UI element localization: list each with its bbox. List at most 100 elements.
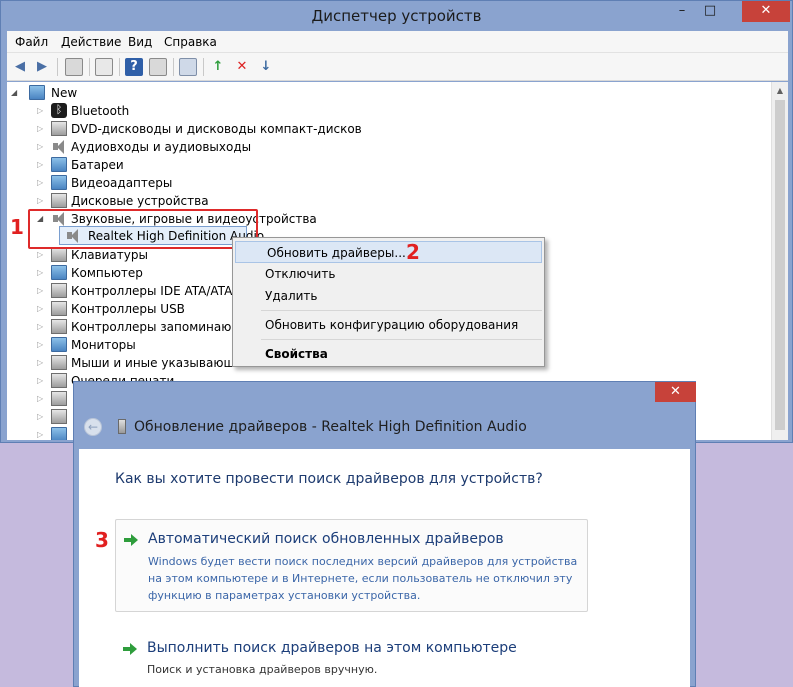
tree-item-label: DVD-дисководы и дисководы компакт-дисков xyxy=(71,122,362,136)
option-description: Поиск и установка драйверов вручную. xyxy=(147,663,378,676)
expand-arrow-icon[interactable]: ▷ xyxy=(37,340,45,350)
audio-io-icon xyxy=(51,139,67,154)
tree-root[interactable]: ◢ New xyxy=(7,84,207,102)
minimize-button[interactable]: – xyxy=(669,1,695,22)
expand-arrow-icon[interactable]: ▷ xyxy=(37,250,45,260)
green-arrow-icon xyxy=(123,533,139,547)
menu-file[interactable]: Файл xyxy=(15,35,48,49)
menu-help[interactable]: Справка xyxy=(164,35,217,49)
toolbar-separator xyxy=(89,58,90,76)
tree-item-device[interactable]: ▷ xyxy=(7,390,67,408)
tree-root-label: New xyxy=(51,86,78,100)
toolbar-separator xyxy=(119,58,120,76)
tree-item-dvd[interactable]: ▷ DVD-дисководы и дисководы компакт-диск… xyxy=(7,120,407,138)
ide-controller-icon xyxy=(51,283,67,298)
tree-item-mice[interactable]: ▷ Мыши и иные указывающие xyxy=(7,354,232,372)
menu-item-scan-hardware[interactable]: Обновить конфигурацию оборудования xyxy=(235,314,542,336)
expand-arrow-icon[interactable]: ▷ xyxy=(37,106,45,116)
uninstall-device-icon[interactable]: ✕ xyxy=(233,58,251,76)
menu-separator xyxy=(261,310,542,311)
tree-item-label: Контроллеры запоминающи xyxy=(71,320,232,334)
close-button[interactable]: ✕ xyxy=(655,382,696,402)
monitor-icon xyxy=(51,337,67,352)
tree-item-label: Дисковые устройства xyxy=(71,194,209,208)
context-menu: Обновить драйверы... Отключить Удалить О… xyxy=(232,237,545,367)
forward-icon[interactable]: ▶ xyxy=(33,58,51,76)
list-icon[interactable] xyxy=(95,58,113,76)
menu-item-label: Отключить xyxy=(265,267,336,281)
dialog-title: Обновление драйверов - Realtek High Defi… xyxy=(134,419,527,435)
expand-arrow-icon[interactable]: ▷ xyxy=(37,376,45,386)
disable-device-icon[interactable]: ↓ xyxy=(257,58,275,76)
tree-item-label: Bluetooth xyxy=(71,104,130,118)
tree-item-batteries[interactable]: ▷ Батареи xyxy=(7,156,407,174)
menu-item-label: Обновить конфигурацию оборудования xyxy=(265,318,519,332)
device-icon xyxy=(51,409,67,424)
dialog-body: Как вы хотите провести поиск драйверов д… xyxy=(79,449,690,687)
tree-item-ide[interactable]: ▷ Контроллеры IDE ATA/ATAPI xyxy=(7,282,232,300)
properties-icon[interactable] xyxy=(65,58,83,76)
menu-item-update-drivers[interactable]: Обновить драйверы... xyxy=(235,241,542,263)
expand-arrow-icon[interactable]: ▷ xyxy=(37,160,45,170)
tree-item-label: Мыши и иные указывающие xyxy=(71,356,232,370)
tree-item-label: Контроллеры USB xyxy=(71,302,185,316)
expand-arrow-icon[interactable]: ▷ xyxy=(37,430,45,440)
option-auto-search[interactable]: Автоматический поиск обновленных драйвер… xyxy=(115,519,588,612)
expand-arrow-icon[interactable]: ▷ xyxy=(37,124,45,134)
tree-item-audio-io[interactable]: ▷ Аудиовходы и аудиовыходы xyxy=(7,138,407,156)
expand-arrow-icon[interactable]: ▷ xyxy=(37,268,45,278)
menu-item-delete[interactable]: Удалить xyxy=(235,285,542,307)
maximize-button[interactable]: □ xyxy=(697,1,723,22)
expand-arrow-icon[interactable]: ▷ xyxy=(37,142,45,152)
green-arrow-icon xyxy=(122,642,138,656)
scroll-thumb[interactable] xyxy=(775,100,785,430)
menu-action[interactable]: Действие xyxy=(61,35,121,49)
usb-controller-icon xyxy=(51,301,67,316)
computer-icon xyxy=(51,265,67,280)
print-queue-icon xyxy=(51,373,67,388)
tree-item-bluetooth[interactable]: ▷ ᛒ Bluetooth xyxy=(7,102,407,120)
option-browse-computer[interactable]: Выполнить поиск драйверов на этом компью… xyxy=(115,629,588,684)
menu-item-label: Обновить драйверы... xyxy=(267,246,406,260)
tree-item-device[interactable]: ▷ xyxy=(7,426,67,440)
menu-item-label: Удалить xyxy=(265,289,318,303)
expand-arrow-icon[interactable]: ▷ xyxy=(37,286,45,296)
expand-arrow-icon[interactable]: ▷ xyxy=(37,178,45,188)
close-button[interactable]: ✕ xyxy=(742,1,790,22)
tree-item-storage[interactable]: ▷ Контроллеры запоминающи xyxy=(7,318,232,336)
back-arrow-icon[interactable]: ← xyxy=(84,418,102,436)
back-icon[interactable]: ◀ xyxy=(11,58,29,76)
expand-arrow-icon[interactable]: ▷ xyxy=(37,304,45,314)
collapse-arrow-icon[interactable]: ◢ xyxy=(11,88,19,98)
battery-icon xyxy=(51,157,67,172)
expand-arrow-icon[interactable]: ▷ xyxy=(37,322,45,332)
expand-arrow-icon[interactable]: ▷ xyxy=(37,412,45,422)
scan-hardware-icon[interactable] xyxy=(179,58,197,76)
tree-item-label: Мониторы xyxy=(71,338,136,352)
device-icon xyxy=(118,419,126,434)
update-driver-icon[interactable]: ↑ xyxy=(209,58,227,76)
expand-arrow-icon[interactable]: ▷ xyxy=(37,358,45,368)
bluetooth-icon: ᛒ xyxy=(51,103,67,118)
show-hidden-icon[interactable] xyxy=(149,58,167,76)
menu-bar: Файл Действие Вид Справка xyxy=(7,31,788,53)
menu-item-disable[interactable]: Отключить xyxy=(235,263,542,285)
menu-view[interactable]: Вид xyxy=(128,35,152,49)
disk-drive-icon xyxy=(51,193,67,208)
scroll-up-icon[interactable]: ▲ xyxy=(772,82,788,99)
annotation-step-3: 3 xyxy=(95,528,109,552)
menu-item-label: Свойства xyxy=(265,347,328,361)
annotation-step-2: 2 xyxy=(406,240,420,264)
tree-item-display-adapters[interactable]: ▷ Видеоадаптеры xyxy=(7,174,407,192)
tree-item-device[interactable]: ▷ xyxy=(7,408,67,426)
help-icon[interactable]: ? xyxy=(125,58,143,76)
dialog-question: Как вы хотите провести поиск драйверов д… xyxy=(115,471,543,487)
tree-item-label: Компьютер xyxy=(71,266,143,280)
tree-item-label: Видеоадаптеры xyxy=(71,176,173,190)
vertical-scrollbar[interactable]: ▲ xyxy=(771,82,788,440)
menu-item-properties[interactable]: Свойства xyxy=(235,343,542,365)
expand-arrow-icon[interactable]: ▷ xyxy=(37,394,45,404)
tree-item-disk-drives[interactable]: ▷ Дисковые устройства xyxy=(7,192,407,210)
tree-item-label: Аудиовходы и аудиовыходы xyxy=(71,140,252,154)
expand-arrow-icon[interactable]: ▷ xyxy=(37,196,45,206)
